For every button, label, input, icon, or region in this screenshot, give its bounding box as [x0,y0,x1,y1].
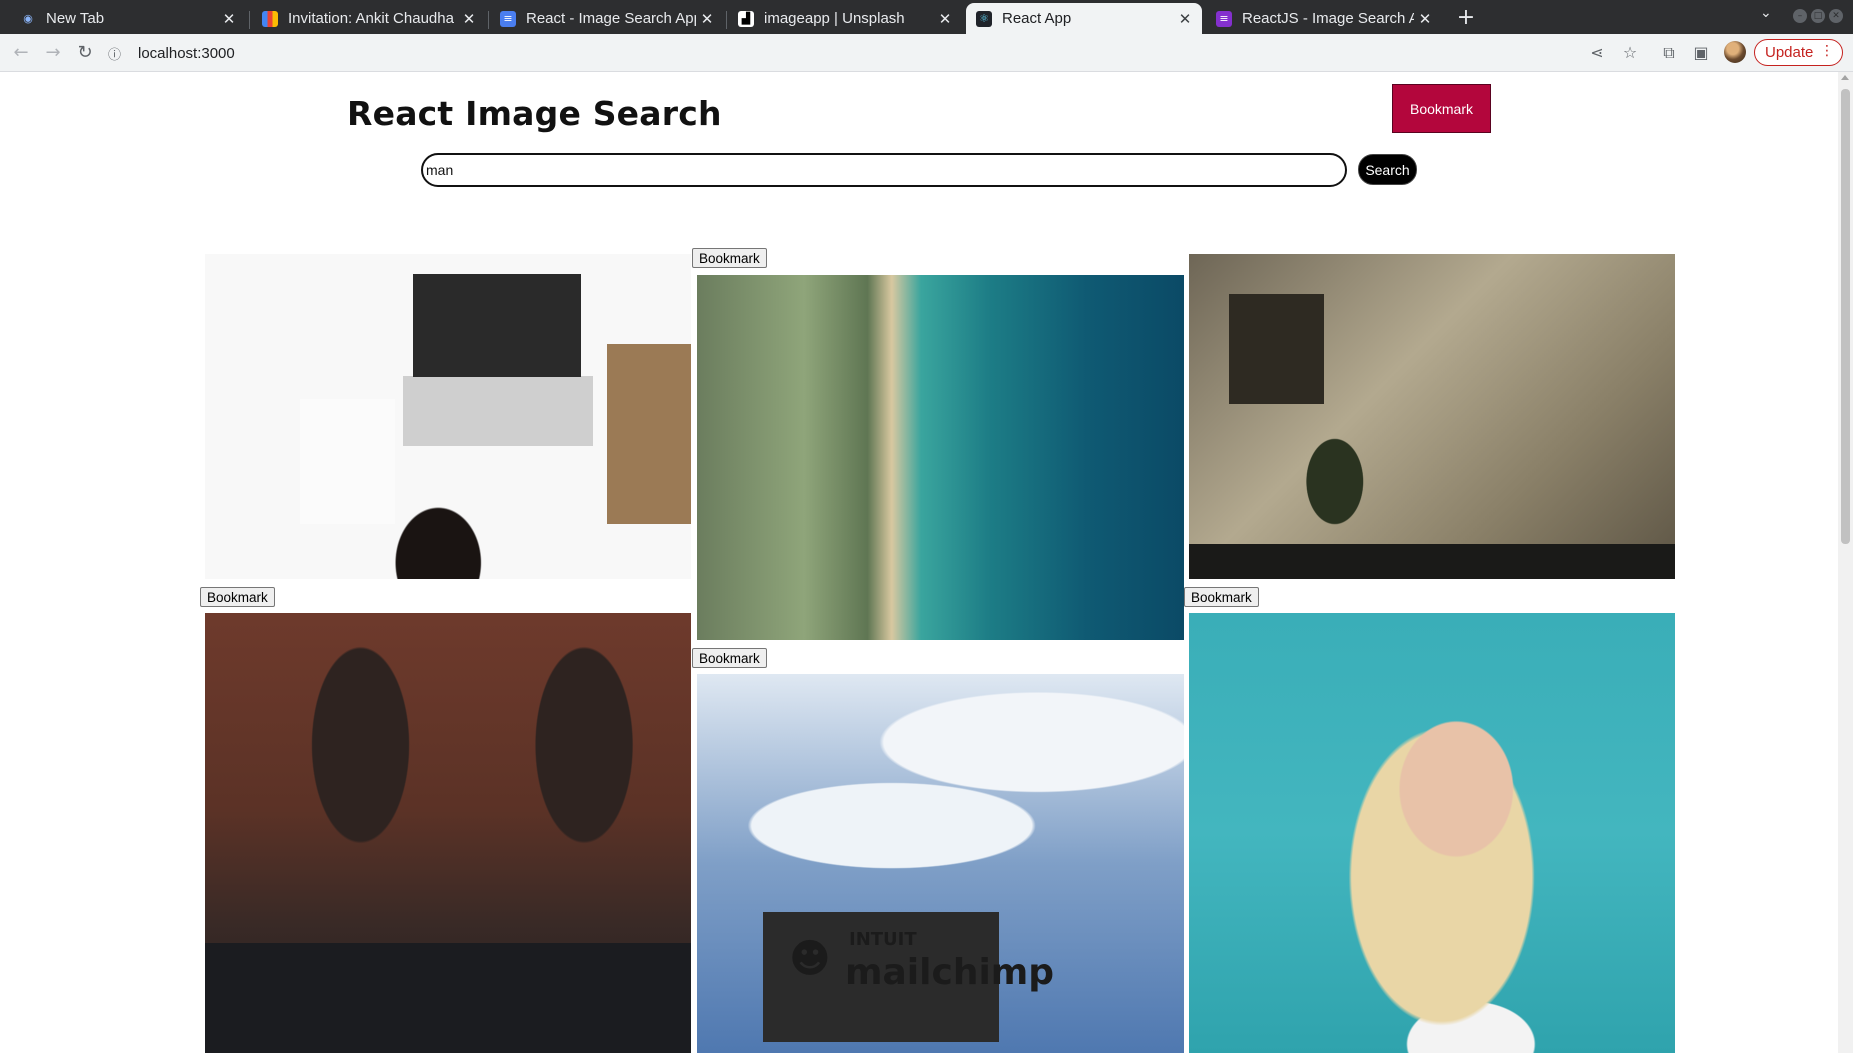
bookmark-nav-button[interactable]: Bookmark [1392,84,1491,133]
tab-title: ReactJS - Image Search Ap [1242,10,1414,27]
bookmark-button-crowd[interactable]: Bookmark [200,587,275,607]
bookmark-button-mailchimp[interactable]: Bookmark [692,648,767,668]
close-icon[interactable]: ✕ [458,10,480,28]
result-image-aerial[interactable] [697,275,1184,640]
bookmark-button-portrait[interactable]: Bookmark [1184,587,1259,607]
update-label: Update [1765,44,1814,61]
tab-react-image-search-doc[interactable]: ≡ React - Image Search App ✕ [490,3,724,34]
result-image-portrait[interactable] [1189,613,1675,1053]
reload-icon[interactable]: ↻ [73,41,97,65]
minimize-icon[interactable]: – [1793,9,1807,23]
tab-react-app[interactable]: ⚛ React App ✕ [966,3,1202,34]
tab-reactjs-slides[interactable]: ≡ ReactJS - Image Search Ap ✕ [1206,3,1442,34]
search-button[interactable]: Search [1358,154,1417,185]
unsplash-icon: ▟ [738,10,754,27]
close-icon[interactable]: ✕ [934,10,956,28]
tab-separator [488,11,489,29]
bookmark-button-aerial[interactable]: Bookmark [692,248,767,268]
browser-toolbar: ← → ↻ ⓘ localhost:3000 ⋖ ☆ ⧉ ▣ [0,34,1853,72]
tab-title: React App [1002,10,1072,27]
tab-invitation[interactable]: Invitation: Ankit Chaudha ✕ [252,3,486,34]
tab-separator [249,11,250,29]
result-image-room[interactable] [1189,254,1675,579]
result-image-crowd[interactable] [205,613,691,1053]
more-menu-icon[interactable]: ⋮ [1820,43,1834,59]
gmail-icon [262,10,278,27]
update-button[interactable]: Update ⋮ [1754,39,1843,66]
tab-unsplash[interactable]: ▟ imageapp | Unsplash ✕ [728,3,962,34]
tab-new-tab[interactable]: ◉ New Tab ✕ [10,3,246,34]
react-icon: ⚛ [976,10,992,27]
tab-strip: ◉ New Tab ✕ Invitation: Ankit Chaudha ✕ … [0,0,1853,34]
tab-title: New Tab [46,10,105,27]
slides-icon: ≡ [1216,10,1232,27]
result-image-mailchimp[interactable]: INTUIT mailchimp ☻ [697,674,1184,1053]
search-input-value: man [426,162,454,178]
profile-avatar[interactable] [1724,41,1746,63]
tab-title: Invitation: Ankit Chaudha [288,10,454,27]
share-icon[interactable]: ⋖ [1586,42,1608,64]
sign-text-intuit: INTUIT [849,929,917,950]
tab-title: React - Image Search App [526,10,696,27]
extensions-icon[interactable]: ⧉ [1658,42,1680,64]
tab-title: imageapp | Unsplash [764,10,905,27]
docs-icon: ≡ [500,10,516,27]
sign-text-mailchimp: mailchimp [845,952,1055,993]
freddie-logo-icon: ☻ [789,936,831,982]
search-input[interactable]: man [421,153,1347,187]
close-icon[interactable]: ✕ [1414,10,1436,28]
close-icon[interactable]: ✕ [218,10,240,28]
tab-separator [726,11,727,29]
address-bar[interactable]: ⓘ localhost:3000 [108,38,1582,68]
window-close-icon[interactable]: ✕ [1829,9,1843,23]
chrome-icon: ◉ [23,12,33,25]
bookmark-star-icon[interactable]: ☆ [1619,42,1641,64]
page-scrollbar[interactable] [1838,72,1853,1053]
tab-search-chevron-icon[interactable]: ⌄ [1760,5,1772,21]
back-arrow-icon[interactable]: ← [9,41,33,65]
forward-arrow-icon[interactable]: → [41,41,65,65]
scroll-up-arrow-icon[interactable] [1841,75,1849,80]
side-panel-icon[interactable]: ▣ [1690,42,1712,64]
close-icon[interactable]: ✕ [696,10,718,28]
site-info-icon[interactable]: ⓘ [108,44,126,63]
new-tab-button[interactable]: + [1452,4,1480,32]
page-title: React Image Search [347,94,722,133]
scrollbar-thumb[interactable] [1841,89,1850,544]
result-image-laptop[interactable] [205,254,691,579]
page-viewport: React Image Search Bookmark man Search B… [0,72,1838,1053]
url-text: localhost:3000 [138,44,235,62]
close-icon[interactable]: ✕ [1174,10,1196,28]
maximize-icon[interactable]: □ [1811,9,1825,23]
